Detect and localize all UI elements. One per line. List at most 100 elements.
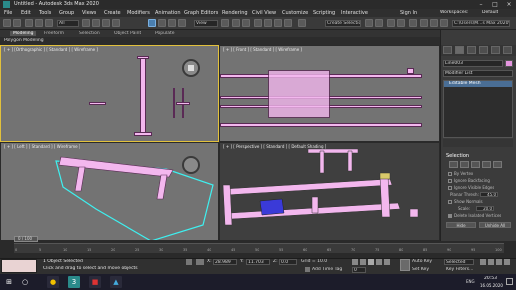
y-coordinate-field[interactable]: 11.703 [246, 259, 270, 265]
select-and-move-icon[interactable] [148, 19, 156, 27]
lock-selection-icon[interactable] [186, 259, 192, 265]
window-crossing-icon[interactable] [112, 19, 120, 27]
selection-rollout-title[interactable]: Selection [446, 153, 469, 159]
by-vertex-checkbox[interactable] [448, 172, 452, 176]
object-beam-4[interactable] [220, 123, 422, 127]
tab-populate[interactable]: Populate [155, 31, 175, 36]
viewport-top[interactable]: [ + ] [Orthographic ] [ Standard ] [ Wir… [0, 45, 219, 142]
object-perspective-scene[interactable] [220, 143, 440, 241]
object-post[interactable] [140, 58, 146, 136]
auto-key-button[interactable]: Auto Key [412, 259, 432, 264]
windows-start-icon[interactable]: ⊞ [3, 276, 15, 288]
object-cap[interactable] [137, 56, 149, 59]
object-bar-right[interactable] [176, 102, 190, 105]
app-taskbar-icon-2[interactable]: ▲ [110, 276, 122, 288]
menu-customize[interactable]: Customize [282, 10, 308, 16]
menu-civil-view[interactable]: Civil View [252, 10, 276, 16]
subobject-element-icon[interactable] [493, 161, 502, 168]
subobject-vertex-icon[interactable] [449, 161, 458, 168]
keyboard-shortcut-icon[interactable] [242, 19, 250, 27]
key-filter-dropdown[interactable]: Selected [444, 259, 474, 265]
layer-explorer-icon[interactable] [397, 19, 405, 27]
angle-snap-icon[interactable] [264, 19, 272, 27]
set-key-mode-icon[interactable] [400, 259, 410, 271]
maximize-viewport-icon[interactable] [504, 259, 510, 265]
workspace-dropdown[interactable]: Default [482, 10, 498, 15]
go-to-end-icon[interactable] [384, 259, 390, 265]
set-key-button[interactable]: Set Key [412, 267, 429, 272]
subobject-edge-icon[interactable] [460, 161, 469, 168]
ignore-visible-edges-checkbox[interactable] [448, 186, 452, 190]
subobject-polygon-icon[interactable] [482, 161, 491, 168]
display-panel-tab[interactable] [491, 46, 500, 54]
stack-item-editable-mesh[interactable]: Editable Mesh [444, 81, 512, 87]
material-editor-icon[interactable] [420, 19, 428, 27]
object-post-front[interactable] [407, 68, 414, 74]
hide-button[interactable]: Hide [446, 222, 476, 228]
object-name-field[interactable]: Line003 [443, 60, 503, 67]
select-by-name-icon[interactable] [92, 19, 100, 27]
edit-named-selection-icon[interactable] [298, 19, 306, 27]
object-rail-1[interactable] [173, 88, 175, 118]
create-panel-tab[interactable] [443, 46, 452, 54]
viewport-left[interactable]: [ + ] [ Left ] [ Standard ] [ Wireframe … [0, 142, 219, 241]
3dsmax-taskbar-icon[interactable]: 3 [68, 276, 80, 288]
menu-group[interactable]: Group [59, 10, 74, 16]
menu-create[interactable]: Create [104, 10, 121, 16]
clock-time[interactable]: 20:53 [484, 276, 497, 281]
select-object-icon[interactable] [82, 19, 90, 27]
tab-selection[interactable]: Selection [79, 31, 100, 36]
pan-icon[interactable] [496, 259, 502, 265]
next-frame-icon[interactable] [376, 259, 382, 265]
select-and-place-icon[interactable] [178, 19, 186, 27]
viewport-front[interactable]: [ + ] [ Front ] [ Standard ] [ Wireframe… [219, 45, 440, 142]
select-and-rotate-icon[interactable] [158, 19, 166, 27]
maxscript-listener[interactable] [1, 259, 37, 273]
menu-animation[interactable]: Animation [155, 10, 181, 16]
orbit-icon[interactable] [488, 259, 494, 265]
tab-freeform[interactable]: Freeform [44, 31, 64, 36]
close-button[interactable]: × [502, 0, 516, 9]
tab-modeling[interactable]: Modeling [10, 31, 37, 36]
app-taskbar-icon[interactable]: ■ [89, 276, 101, 288]
search-icon[interactable]: ○ [19, 276, 31, 288]
minimize-button[interactable]: – [474, 0, 488, 9]
notifications-icon[interactable] [506, 278, 513, 285]
viewport-perspective[interactable]: [ + ] [ Perspective ] [ Standard ] [ Def… [219, 142, 440, 241]
delete-isolated-checkbox[interactable] [448, 214, 452, 218]
tab-object-paint[interactable]: Object Paint [114, 31, 141, 36]
snaps-toggle-icon[interactable] [254, 19, 262, 27]
utilities-panel-tab[interactable] [503, 46, 512, 54]
z-coordinate-field[interactable]: 0.0 [279, 259, 297, 265]
menu-modifiers[interactable]: Modifiers [127, 10, 150, 16]
object-left-shape[interactable] [1, 143, 219, 241]
object-base[interactable] [134, 132, 152, 136]
bind-space-warp-icon[interactable] [45, 19, 53, 27]
play-icon[interactable] [368, 259, 374, 265]
sign-in-button[interactable]: Sign In [400, 10, 417, 16]
named-selection-set-dropdown[interactable]: Create Selection Se [325, 20, 361, 27]
render-setup-icon[interactable] [430, 19, 438, 27]
current-frame-field[interactable]: 0 [352, 267, 366, 273]
scene-explorer-icon[interactable] [387, 19, 395, 27]
menu-interactive[interactable]: Interactive [341, 10, 368, 16]
subobject-face-icon[interactable] [471, 161, 480, 168]
menu-views[interactable]: Views [82, 10, 96, 16]
viewport-top-label[interactable]: [ + ] [Orthographic ] [ Standard ] [ Wir… [4, 47, 98, 52]
viewport-front-label[interactable]: [ + ] [ Front ] [ Standard ] [ Wireframe… [223, 47, 302, 52]
object-color-swatch[interactable] [505, 60, 513, 67]
curve-editor-icon[interactable] [409, 19, 417, 27]
selection-region-icon[interactable] [102, 19, 110, 27]
chrome-icon[interactable]: ● [47, 276, 59, 288]
x-coordinate-field[interactable]: 28.989 [213, 259, 237, 265]
motion-panel-tab[interactable] [479, 46, 488, 54]
spinner-snap-icon[interactable] [284, 19, 292, 27]
scale-spinner[interactable]: 20.0 [476, 206, 494, 211]
go-to-start-icon[interactable] [352, 259, 358, 265]
reference-coordinate-dropdown[interactable]: View [194, 20, 218, 27]
project-path-dropdown[interactable]: C:\Users\M...s Max 2020\ [452, 20, 510, 27]
add-time-tag-button[interactable]: Add Time Tag [312, 267, 342, 272]
percent-snap-icon[interactable] [274, 19, 282, 27]
planar-thresh-spinner[interactable]: 45.0 [480, 192, 498, 197]
zoom-icon[interactable] [480, 259, 486, 265]
